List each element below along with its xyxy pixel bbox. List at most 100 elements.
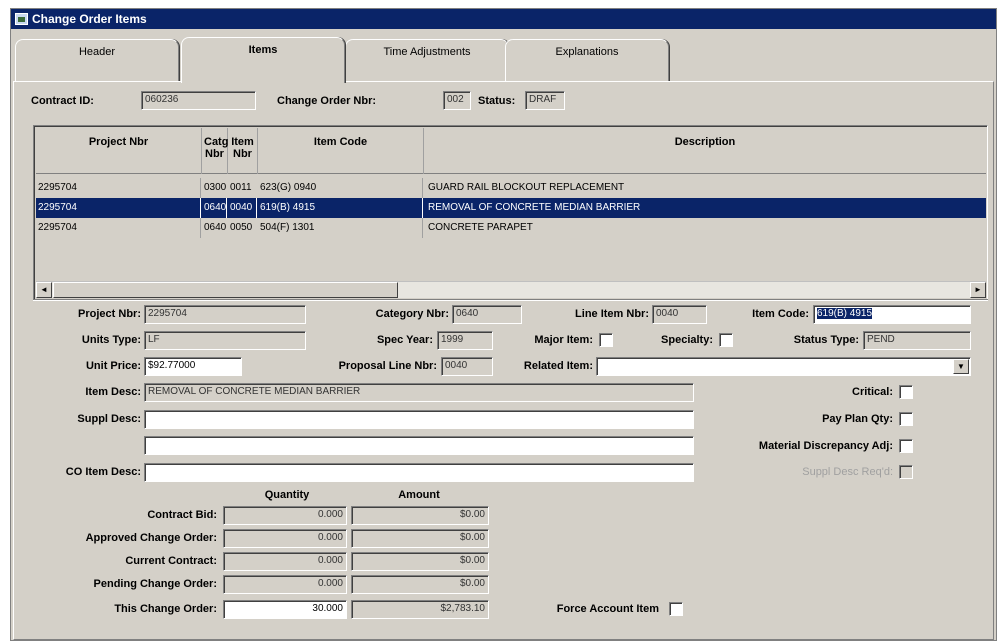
related-item-label: Related Item:: [523, 360, 593, 372]
co-item-desc-input[interactable]: [144, 463, 694, 482]
pending-change-order-label: Pending Change Order:: [93, 578, 217, 590]
row-desc: REMOVAL OF CONCRETE MEDIAN BARRIER: [428, 202, 641, 213]
quantity-header: Quantity: [264, 489, 310, 501]
suppl-desc-reqd-label: Suppl Desc Req'd:: [802, 466, 893, 478]
change-order-nbr-label: Change Order Nbr:: [277, 95, 377, 107]
row-project: 2295704: [38, 182, 77, 193]
item-desc-label: Item Desc:: [85, 386, 141, 398]
row-code: 623(G) 0940: [260, 182, 317, 193]
co-item-desc-label: CO Item Desc:: [65, 466, 141, 478]
row-divider: [256, 198, 257, 218]
row-divider: [422, 198, 423, 218]
row-code: 504(F) 1301: [260, 222, 315, 233]
material-discrepancy-checkbox[interactable]: [899, 439, 913, 453]
contract-bid-amt: $0.00: [351, 506, 489, 525]
tab-header[interactable]: Header: [15, 39, 179, 81]
tab-items-label: Items: [248, 44, 278, 56]
tab-time-adjustments-label: Time Adjustments: [383, 46, 471, 58]
this-change-order-label: This Change Order:: [114, 603, 217, 615]
change-order-nbr-field: 002: [443, 91, 471, 110]
row-divider: [200, 218, 201, 238]
row-divider: [200, 198, 201, 218]
material-discrepancy-label: Material Discrepancy Adj:: [758, 440, 893, 452]
spec-year-label: Spec Year:: [376, 334, 433, 346]
row-desc: CONCRETE PARAPET: [428, 222, 533, 233]
change-order-items-window: Change Order Items Header Items Time Adj…: [10, 8, 997, 641]
grid-header: Project Nbr Catg Nbr Item Nbr Item Code …: [36, 128, 986, 174]
row-divider: [422, 218, 423, 238]
specialty-checkbox[interactable]: [719, 333, 733, 347]
scroll-left-arrow-icon[interactable]: ◄: [36, 282, 52, 298]
major-item-label: Major Item:: [534, 334, 593, 346]
col-item-nbr[interactable]: Item Nbr: [228, 128, 258, 174]
contract-id-label: Contract ID:: [31, 95, 94, 107]
force-account-item-checkbox[interactable]: [669, 602, 683, 616]
title-bar: Change Order Items: [11, 9, 996, 29]
tab-explanations-label: Explanations: [555, 46, 619, 58]
units-type-label: Units Type:: [81, 334, 141, 346]
status-type-label: Status Type:: [793, 334, 859, 346]
contract-id-field: 060236: [141, 91, 256, 110]
related-item-select[interactable]: [596, 357, 971, 376]
tab-header-label: Header: [78, 46, 116, 58]
horizontal-scrollbar[interactable]: ◄ ►: [36, 281, 986, 298]
row-catg: 0640: [204, 202, 227, 213]
row-item: 0011: [230, 182, 252, 193]
row-item: 0050: [230, 222, 253, 233]
tab-time-adjustments[interactable]: Time Adjustments: [345, 39, 509, 81]
line-item-nbr-label: Line Item Nbr:: [575, 308, 649, 320]
col-project-nbr[interactable]: Project Nbr: [36, 128, 202, 174]
proposal-line-nbr-field: 0040: [441, 357, 493, 376]
unit-price-input[interactable]: $92.77000: [144, 357, 242, 376]
force-account-item-label: Force Account Item: [556, 603, 659, 615]
col-catg-nbr[interactable]: Catg Nbr: [202, 128, 228, 174]
this-change-order-qty-input[interactable]: 30.000: [223, 600, 347, 619]
status-field: DRAF: [525, 91, 565, 110]
table-row[interactable]: 2295704 0640 0050 504(F) 1301 CONCRETE P…: [36, 218, 986, 238]
specialty-label: Specialty:: [661, 334, 713, 346]
current-contract-amt: $0.00: [351, 552, 489, 571]
amount-header: Amount: [398, 489, 440, 501]
status-type-field: PEND: [863, 331, 971, 350]
line-item-nbr-field: 0040: [652, 305, 707, 324]
item-desc-field: REMOVAL OF CONCRETE MEDIAN BARRIER: [144, 383, 694, 402]
col-item-code[interactable]: Item Code: [258, 128, 424, 174]
approved-change-order-qty: 0.000: [223, 529, 347, 548]
approved-change-order-label: Approved Change Order:: [85, 532, 217, 544]
row-item: 0040: [230, 202, 253, 213]
project-nbr-field: 2295704: [144, 305, 306, 324]
pending-change-order-qty: 0.000: [223, 575, 347, 594]
suppl-desc-input-1[interactable]: [144, 410, 694, 429]
tab-explanations[interactable]: Explanations: [505, 39, 669, 81]
item-code-field[interactable]: 619(B) 4915: [813, 305, 971, 324]
table-row[interactable]: 2295704 0300 0011 623(G) 0940 GUARD RAIL…: [36, 178, 986, 198]
row-divider: [226, 198, 227, 218]
spec-year-field: 1999: [437, 331, 493, 350]
col-description[interactable]: Description: [424, 128, 986, 174]
pay-plan-qty-checkbox[interactable]: [899, 412, 913, 426]
approved-change-order-amt: $0.00: [351, 529, 489, 548]
this-change-order-amt: $2,783.10: [351, 600, 489, 619]
critical-label: Critical:: [852, 386, 893, 398]
units-type-field: LF: [144, 331, 306, 350]
pay-plan-qty-label: Pay Plan Qty:: [822, 413, 893, 425]
row-divider: [200, 178, 201, 198]
suppl-desc-label: Suppl Desc:: [77, 413, 141, 425]
current-contract-qty: 0.000: [223, 552, 347, 571]
tab-items[interactable]: Items: [181, 37, 345, 83]
table-row-selected[interactable]: 2295704 0640 0040 619(B) 4915 REMOVAL OF…: [36, 198, 986, 218]
items-grid: Project Nbr Catg Nbr Item Nbr Item Code …: [33, 125, 988, 301]
category-nbr-label: Category Nbr:: [375, 308, 449, 320]
window-app-icon: [15, 13, 28, 25]
major-item-checkbox[interactable]: [599, 333, 613, 347]
scroll-thumb[interactable]: [53, 282, 398, 298]
critical-checkbox[interactable]: [899, 385, 913, 399]
current-contract-label: Current Contract:: [125, 555, 217, 567]
pending-change-order-amt: $0.00: [351, 575, 489, 594]
dropdown-arrow-icon[interactable]: ▼: [953, 359, 969, 374]
scroll-right-arrow-icon[interactable]: ►: [970, 282, 986, 298]
row-divider: [422, 178, 423, 198]
row-code: 619(B) 4915: [260, 202, 316, 213]
suppl-desc-input-2[interactable]: [144, 436, 694, 455]
section-divider: [33, 299, 988, 301]
